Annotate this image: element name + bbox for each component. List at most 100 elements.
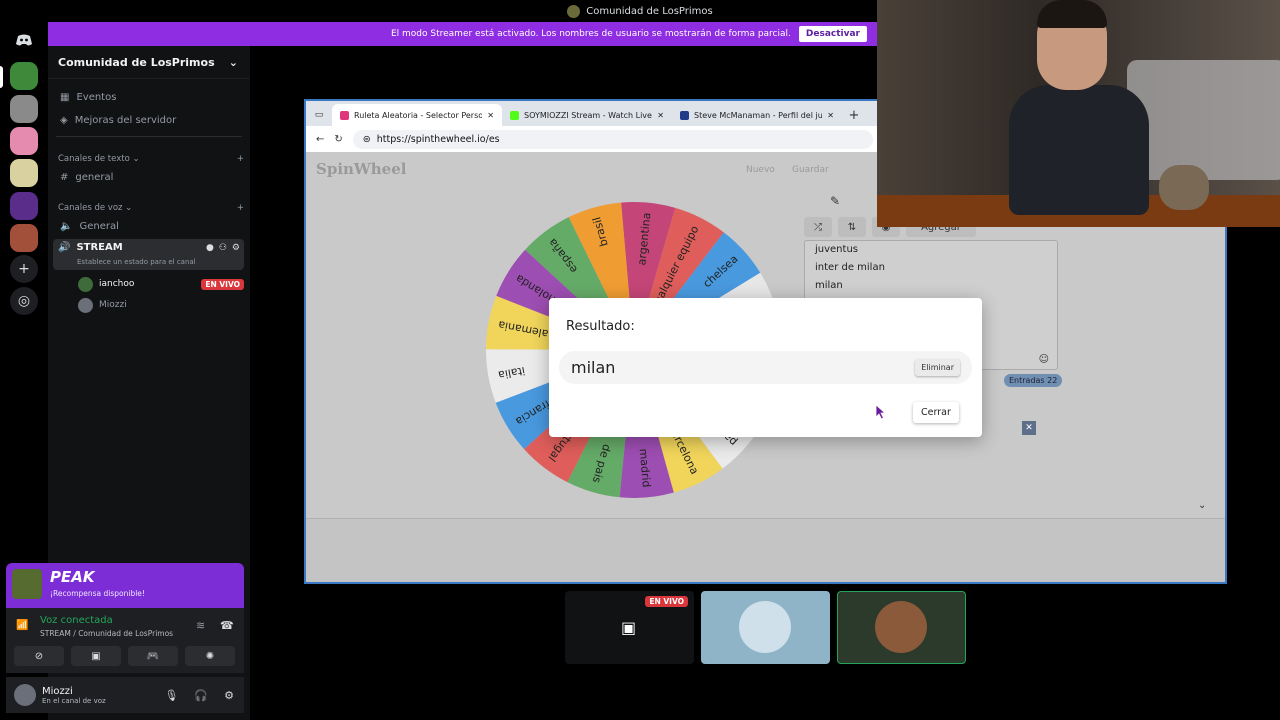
category-voice[interactable]: Canales de voz ⌄ + — [58, 203, 244, 213]
reward-text: ¡Recompensa disponible! — [50, 589, 145, 598]
server-icon[interactable] — [10, 224, 38, 252]
avatar — [78, 297, 93, 313]
game-reward-panel[interactable]: PEAK ¡Recompensa disponible! — [6, 563, 244, 608]
signal-icon[interactable]: 📶 — [16, 620, 28, 631]
pencil-icon[interactable]: ✎ — [830, 194, 840, 208]
microphone-icon[interactable]: 🎙 — [164, 689, 178, 702]
screen-share-icon: ▣ — [621, 618, 637, 637]
browser-tab-kick[interactable]: SOYMIOZZI Stream - Watch Live ✕ — [502, 104, 672, 126]
server-icon[interactable] — [10, 62, 38, 90]
live-badge: EN VIVO — [201, 278, 244, 290]
noise-suppression-icon[interactable]: ≋ — [196, 619, 205, 632]
menu-save[interactable]: Guardar — [792, 165, 829, 175]
close-icon[interactable]: ✕ — [827, 111, 834, 120]
active-server-pill — [0, 66, 3, 88]
soundboard-icon: ✺ — [205, 650, 215, 662]
participant-tile[interactable] — [701, 591, 830, 664]
activity-button[interactable]: 🎮 — [128, 646, 178, 666]
boost-icon: ◈ — [60, 114, 68, 126]
favicon-icon — [510, 110, 519, 120]
browser-tab-profile[interactable]: Steve McManaman - Perfil del jug ✕ — [672, 104, 842, 126]
screen-share-button[interactable]: ▣ — [71, 646, 121, 666]
events-item[interactable]: ▦ Eventos — [54, 86, 244, 108]
gamepad-icon: 🎮 — [146, 650, 160, 662]
add-member-icon[interactable]: ⚇ — [219, 243, 227, 253]
user-status: En el canal de voz — [42, 696, 106, 705]
participant-tile-speaking[interactable] — [837, 591, 966, 664]
shuffle-icon[interactable]: ⤮ — [804, 217, 832, 237]
page-footer — [306, 518, 1225, 582]
server-icon[interactable] — [10, 95, 38, 123]
voice-user[interactable]: ianchoo EN VIVO — [78, 274, 244, 294]
channel-general-voice[interactable]: 🔈 General — [54, 215, 244, 237]
hashtag-icon: # — [60, 171, 69, 183]
add-server-icon[interactable]: + — [10, 255, 38, 283]
channel-stream-voice[interactable]: 🔊 STREAM Establece un estado para el can… — [53, 239, 244, 270]
avatar — [78, 276, 93, 292]
webcam-overlay — [877, 0, 1280, 227]
gear-icon[interactable]: ⚙ — [224, 689, 234, 702]
deactivate-button[interactable]: Desactivar — [798, 26, 867, 42]
server-header[interactable]: Comunidad de LosPrimos ⌄ — [48, 46, 250, 79]
mouse-cursor-icon — [875, 404, 887, 420]
add-channel-icon[interactable]: + — [237, 203, 244, 213]
channel-status[interactable]: Establece un estado para el canal — [77, 258, 196, 266]
chevron-down-icon: ⌄ — [228, 55, 238, 69]
camera-off-icon: ⊘ — [34, 650, 44, 662]
server-boost-item[interactable]: ◈ Mejoras del servidor — [54, 109, 244, 131]
sort-icon[interactable]: ⇅ — [838, 217, 866, 237]
speaker-icon: 🔈 — [60, 220, 73, 232]
chevron-down-icon[interactable]: ⌄ — [1198, 500, 1206, 511]
server-logo-icon — [567, 4, 581, 18]
window-icon[interactable]: ▭ — [306, 104, 332, 126]
divider — [56, 136, 242, 137]
voice-user[interactable]: Miozzi — [78, 295, 244, 315]
close-icon[interactable]: ✕ — [487, 111, 494, 120]
server-name: Comunidad de LosPrimos — [58, 55, 215, 69]
explore-icon[interactable]: ◎ — [10, 287, 38, 315]
camera-button[interactable]: ⊘ — [14, 646, 64, 666]
close-button[interactable]: Cerrar — [913, 402, 959, 423]
server-icon[interactable] — [10, 127, 38, 155]
chat-icon[interactable]: ● — [206, 243, 214, 253]
entries-count-badge: Entradas 22 — [1004, 374, 1063, 387]
discord-home-icon[interactable] — [10, 26, 38, 54]
avatar — [739, 601, 791, 653]
list-item: juventus — [815, 244, 858, 255]
participant-tile-screen[interactable]: EN VIVO ▣ — [565, 591, 694, 664]
delete-button[interactable]: Eliminar — [915, 359, 960, 376]
window-title: Comunidad de LosPrimos — [586, 5, 713, 17]
live-badge: EN VIVO — [645, 596, 688, 607]
voice-status-title[interactable]: Voz conectada — [40, 615, 113, 626]
emoji-icon[interactable]: ☺ — [1039, 354, 1049, 365]
user-name: Miozzi — [42, 685, 73, 697]
server-icon[interactable] — [10, 159, 38, 187]
address-bar[interactable]: ⊜ https://spinthewheel.io/es — [352, 129, 873, 149]
back-arrow-icon[interactable]: ← — [316, 134, 324, 145]
menu-new[interactable]: Nuevo — [746, 165, 775, 175]
server-icon[interactable] — [10, 192, 38, 220]
soundboard-button[interactable]: ✺ — [185, 646, 235, 666]
avatar[interactable] — [14, 684, 36, 706]
browser-tab-ruleta[interactable]: Ruleta Aleatoria - Selector Person ✕ — [332, 104, 502, 126]
disconnect-icon[interactable]: ☎ — [220, 619, 234, 632]
site-info-icon[interactable]: ⊜ — [363, 134, 371, 145]
banner-message: El modo Streamer está activado. Los nomb… — [390, 29, 791, 39]
voice-connection-panel: 📶 Voz conectada STREAM / Comunidad de Lo… — [6, 608, 244, 673]
reload-icon[interactable]: ↻ — [334, 134, 342, 145]
close-icon[interactable]: ✕ — [1022, 421, 1036, 435]
game-icon — [12, 569, 42, 599]
close-icon[interactable]: ✕ — [657, 111, 664, 120]
calendar-icon: ▦ — [60, 91, 70, 103]
gear-icon[interactable]: ⚙ — [232, 243, 240, 253]
list-item: inter de milan — [815, 262, 885, 273]
headphones-icon[interactable]: 🎧 — [194, 689, 208, 702]
new-tab-icon[interactable]: + — [842, 104, 866, 126]
channel-general-text[interactable]: # general — [54, 166, 244, 188]
add-channel-icon[interactable]: + — [237, 154, 244, 164]
category-text[interactable]: Canales de texto ⌄ + — [58, 154, 244, 164]
site-logo[interactable]: SpinWheel — [316, 160, 406, 178]
favicon-icon — [340, 110, 349, 120]
result-dialog: Resultado: milan Eliminar Cerrar — [549, 298, 982, 437]
screen-share-icon: ▣ — [91, 650, 101, 662]
